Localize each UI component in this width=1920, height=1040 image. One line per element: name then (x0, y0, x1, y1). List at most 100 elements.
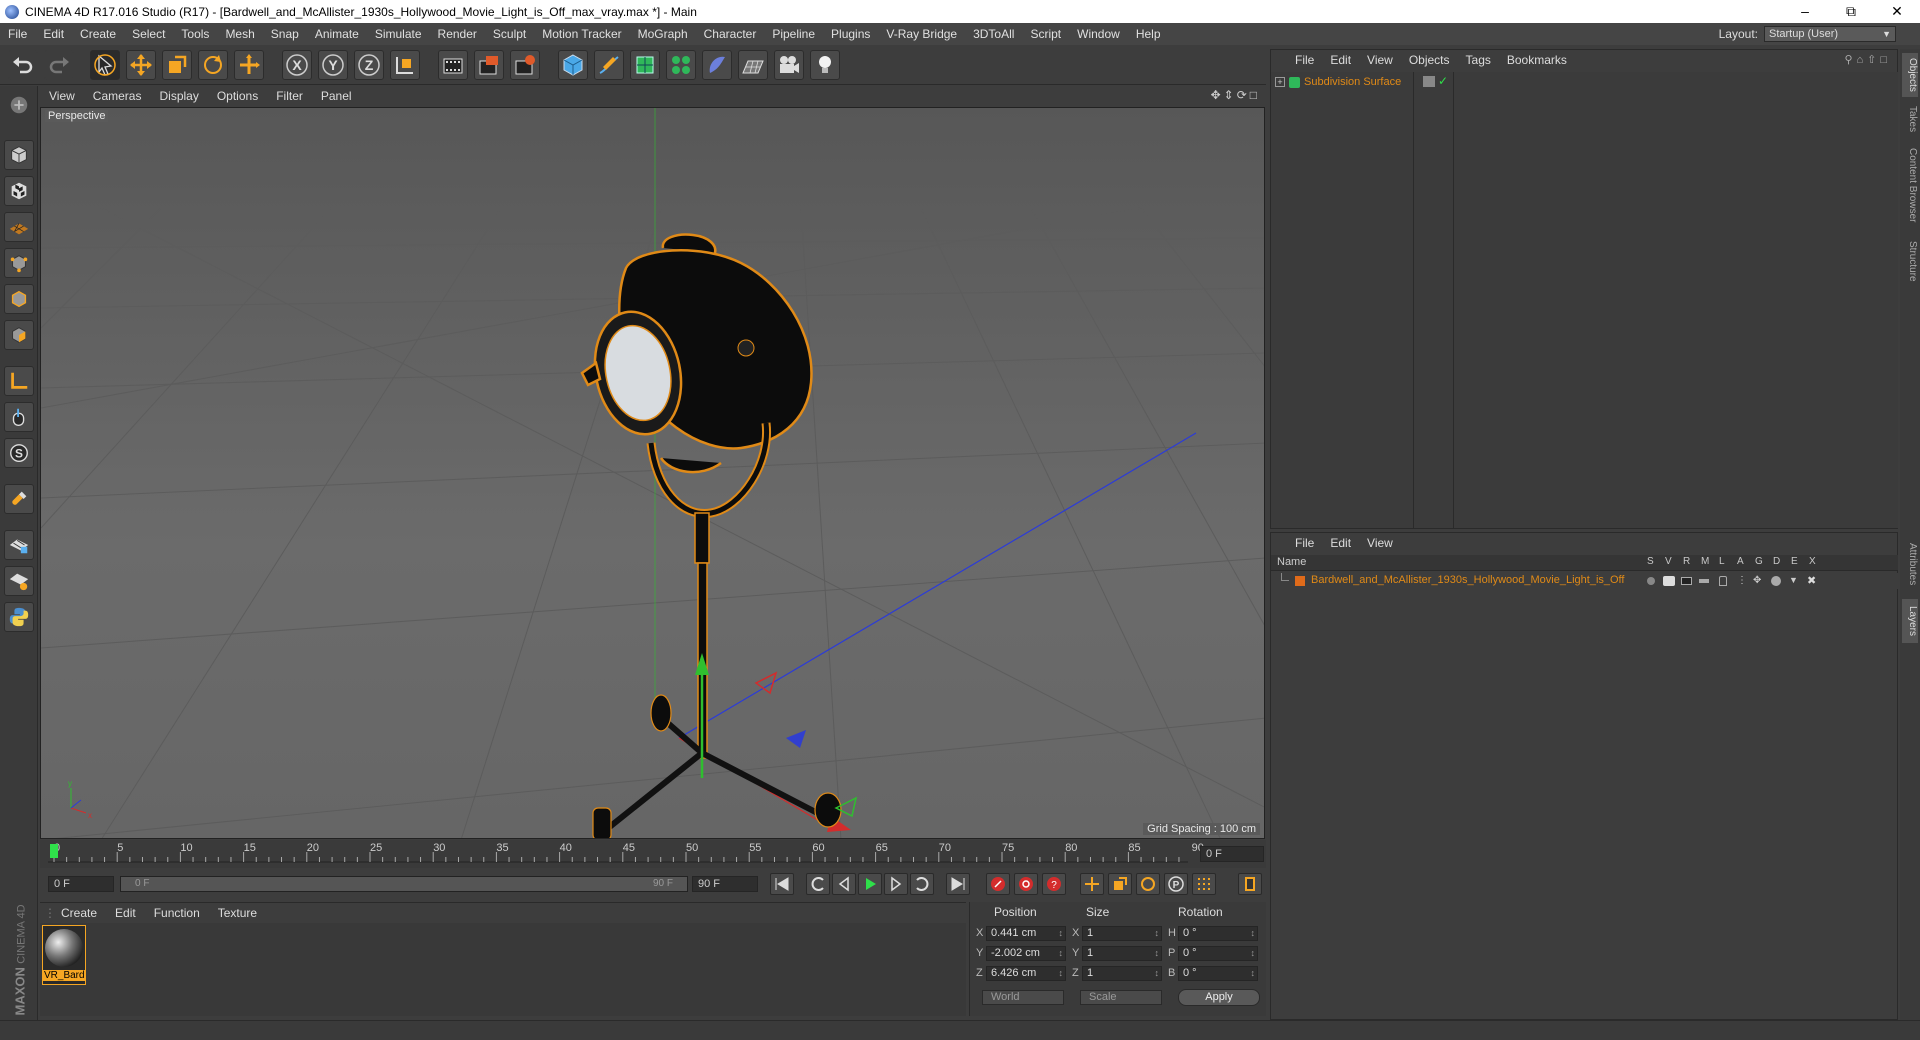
deformer-icon[interactable] (702, 50, 732, 80)
x-axis-icon[interactable]: X (282, 50, 312, 80)
menu-help[interactable]: Help (1128, 27, 1169, 41)
layer-visible-icon[interactable] (1663, 576, 1675, 586)
menu-window[interactable]: Window (1069, 27, 1128, 41)
subdivision-icon[interactable] (630, 50, 660, 80)
viewport-menu-view[interactable]: View (40, 89, 84, 103)
menu-select[interactable]: Select (124, 27, 173, 41)
obj-menu-tags[interactable]: Tags (1458, 53, 1499, 67)
points-mode-icon[interactable] (4, 248, 34, 278)
enabled-check-icon[interactable]: ✓ (1438, 74, 1448, 88)
key-pla-icon[interactable] (1192, 873, 1216, 895)
prev-frame-icon[interactable] (832, 873, 856, 895)
z-axis-icon[interactable]: Z (354, 50, 384, 80)
texture-mode-icon[interactable] (4, 176, 34, 206)
perspective-viewport[interactable]: y x Perspective Grid Spacing : 100 cm (40, 107, 1265, 839)
timeline-ruler[interactable]: 0 5 10 15 20 25 30 35 40 45 50 55 60 65 … (40, 840, 1266, 868)
material-menu-function[interactable]: Function (145, 906, 209, 920)
keyframe-selection-icon[interactable]: ? (1042, 873, 1066, 895)
cube-icon[interactable] (558, 50, 588, 80)
start-frame-field[interactable]: 0 F (48, 876, 114, 892)
menu-render[interactable]: Render (430, 27, 485, 41)
render-view-icon[interactable] (438, 50, 468, 80)
next-key-icon[interactable] (910, 873, 934, 895)
menu-pipeline[interactable]: Pipeline (764, 27, 823, 41)
apply-button[interactable]: Apply (1178, 989, 1260, 1006)
obj-menu-edit[interactable]: Edit (1322, 53, 1359, 67)
layer-color-swatch[interactable] (1295, 576, 1305, 586)
size-z-field[interactable]: 1 (1082, 966, 1162, 981)
viewport-nav-icons[interactable]: ✥⇕⟳□ (1211, 88, 1260, 102)
axis-mode-icon[interactable] (4, 366, 34, 396)
tweak-icon[interactable] (4, 402, 34, 432)
key-scale-icon[interactable] (1108, 873, 1132, 895)
viewport-menu-cameras[interactable]: Cameras (84, 89, 151, 103)
select-icon[interactable] (90, 50, 120, 80)
snap-settings-icon[interactable] (4, 566, 34, 596)
menu-edit[interactable]: Edit (35, 27, 72, 41)
model-mode-icon[interactable] (4, 140, 34, 170)
array-icon[interactable] (666, 50, 696, 80)
prev-key-icon[interactable] (806, 873, 830, 895)
solo-icon[interactable]: S (4, 438, 34, 468)
layer-deformer-icon[interactable] (1771, 576, 1781, 586)
scale-icon[interactable] (162, 50, 192, 80)
redo-icon[interactable] (44, 50, 74, 80)
layer-anim-icon[interactable]: ⋮ (1737, 575, 1747, 586)
obj-menu-view[interactable]: View (1359, 53, 1401, 67)
camera-icon[interactable] (774, 50, 804, 80)
menu-create[interactable]: Create (72, 27, 124, 41)
goto-end-icon[interactable] (946, 873, 970, 895)
workplane-icon[interactable] (4, 212, 34, 242)
layer-expression-icon[interactable]: ▼ (1789, 575, 1798, 585)
edges-mode-icon[interactable] (4, 284, 34, 314)
menu-file[interactable]: File (0, 27, 35, 41)
rot-h-field[interactable]: 0 ° (1178, 926, 1258, 941)
key-parameter-icon[interactable]: P (1164, 873, 1188, 895)
menu-animate[interactable]: Animate (307, 27, 367, 41)
floor-icon[interactable] (738, 50, 768, 80)
python-icon[interactable] (4, 602, 34, 632)
playhead[interactable] (50, 844, 58, 858)
menu-vray-bridge[interactable]: V-Ray Bridge (878, 27, 965, 41)
goto-start-icon[interactable] (770, 873, 794, 895)
make-editable-icon[interactable] (4, 90, 34, 120)
move-icon[interactable] (126, 50, 156, 80)
close-button[interactable]: ✕ (1874, 0, 1920, 23)
pos-z-field[interactable]: 6.426 cm (986, 966, 1066, 981)
pos-y-field[interactable]: -2.002 cm (986, 946, 1066, 961)
transform-icon[interactable] (234, 50, 264, 80)
material-menu-texture[interactable]: Texture (209, 906, 266, 920)
rot-p-field[interactable]: 0 ° (1178, 946, 1258, 961)
layer-menu-file[interactable]: File (1287, 536, 1322, 550)
tab-structure[interactable]: Structure (1902, 233, 1918, 289)
key-rotation-icon[interactable] (1136, 873, 1160, 895)
rotate-icon[interactable] (198, 50, 228, 80)
edit-visibility-icon[interactable] (1423, 76, 1435, 87)
key-position-icon[interactable] (1080, 873, 1104, 895)
layer-menu-view[interactable]: View (1359, 536, 1401, 550)
next-frame-icon[interactable] (884, 873, 908, 895)
y-axis-icon[interactable]: Y (318, 50, 348, 80)
menu-3dtoall[interactable]: 3DToAll (965, 27, 1022, 41)
obj-menu-objects[interactable]: Objects (1401, 53, 1458, 67)
list-item[interactable]: + Subdivision Surface ✓ (1275, 74, 1895, 90)
light-icon[interactable] (810, 50, 840, 80)
size-mode-dropdown[interactable]: Scale (1080, 990, 1162, 1005)
current-frame-field[interactable]: 0 F (1200, 846, 1264, 862)
material-menu-create[interactable]: Create (52, 906, 106, 920)
viewport-menu-panel[interactable]: Panel (312, 89, 361, 103)
layer-xref-icon[interactable]: ✖ (1807, 574, 1816, 587)
size-y-field[interactable]: 1 (1082, 946, 1162, 961)
menu-mesh[interactable]: Mesh (217, 27, 262, 41)
layer-render-icon[interactable] (1681, 577, 1692, 585)
layer-generator-icon[interactable]: ✥ (1753, 575, 1761, 586)
render-settings-icon[interactable] (510, 50, 540, 80)
viewport-menu-options[interactable]: Options (208, 89, 267, 103)
menu-tools[interactable]: Tools (173, 27, 217, 41)
menu-plugins[interactable]: Plugins (823, 27, 878, 41)
menu-character[interactable]: Character (696, 27, 765, 41)
pen-icon[interactable] (594, 50, 624, 80)
frame-range-slider[interactable]: 0 F 90 F (120, 876, 688, 892)
coord-mode-dropdown[interactable]: World (982, 990, 1064, 1005)
viewport-menu-filter[interactable]: Filter (267, 89, 312, 103)
